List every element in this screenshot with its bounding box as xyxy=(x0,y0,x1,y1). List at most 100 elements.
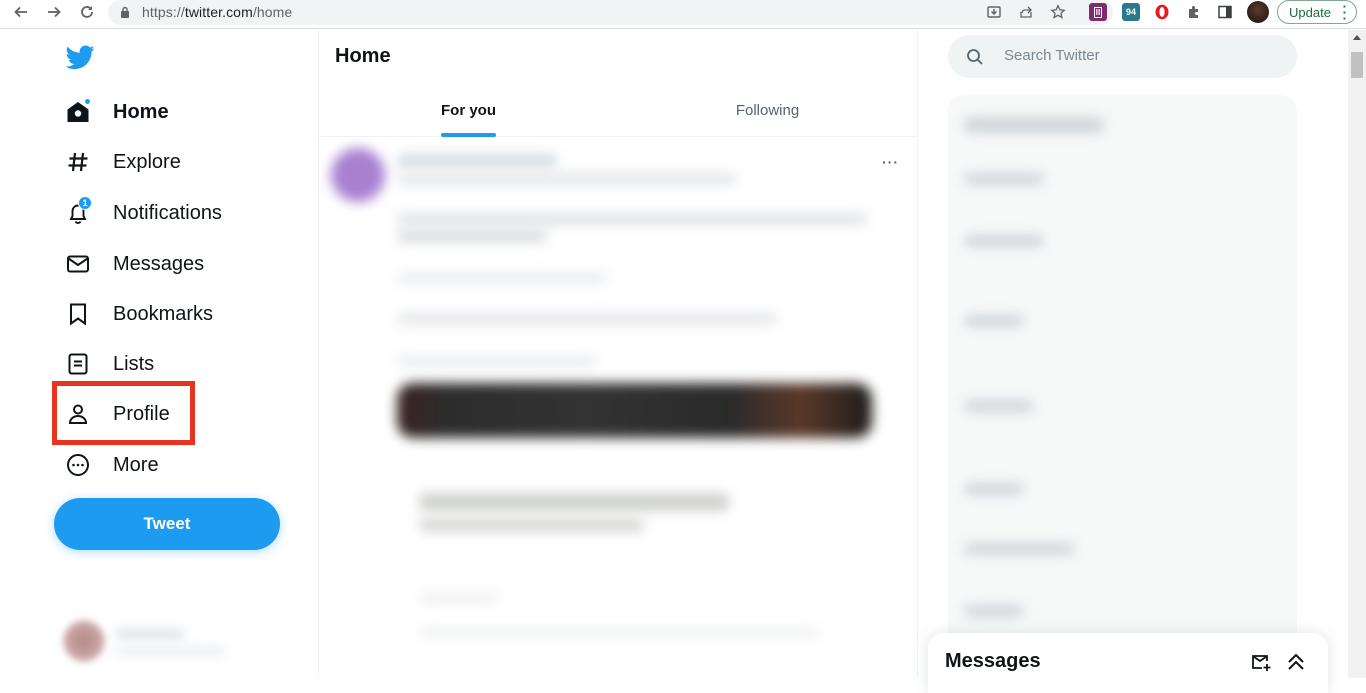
sidebar-item-profile[interactable]: Profile xyxy=(55,392,185,436)
profile-avatar[interactable] xyxy=(1247,1,1269,23)
arrow-left-icon xyxy=(14,6,27,18)
sidebar-item-label: Notifications xyxy=(113,201,222,224)
tweet-more-button[interactable]: ··· xyxy=(882,154,899,170)
url-scheme: https:// xyxy=(142,4,185,20)
install-app-button[interactable] xyxy=(985,3,1003,21)
search-icon xyxy=(967,49,983,65)
star-icon xyxy=(1050,4,1066,19)
trend-item[interactable] xyxy=(964,173,1044,185)
url-text[interactable]: https://twitter.com/home xyxy=(142,4,292,20)
tweet-author-avatar xyxy=(331,148,385,202)
trends-panel xyxy=(948,95,1297,655)
account-handle-blurred xyxy=(115,646,225,656)
sidebar-item-bookmarks[interactable]: Bookmarks xyxy=(55,292,230,336)
bell-icon: 1 xyxy=(65,196,92,226)
side-panel-icon[interactable] xyxy=(1216,3,1234,21)
sidebar-item-explore[interactable]: Explore xyxy=(55,140,195,184)
main-timeline: Home For you Following ··· xyxy=(318,30,918,678)
share-button[interactable] xyxy=(1017,3,1035,21)
more-circle-icon xyxy=(65,452,91,478)
page-scrollbar[interactable] xyxy=(1348,30,1366,678)
sidebar-item-label: Bookmarks xyxy=(113,302,214,325)
kebab-menu-icon: · · · xyxy=(1342,0,1347,26)
sidebar-item-label: Messages xyxy=(113,252,205,275)
tab-following[interactable]: Following xyxy=(618,84,917,137)
timeline-tabs: For you Following xyxy=(319,84,917,137)
extension-teal-icon[interactable]: 94 xyxy=(1122,3,1140,21)
forward-button[interactable] xyxy=(43,1,65,23)
page-title: Home xyxy=(335,45,391,67)
tweet-card[interactable]: ··· xyxy=(319,138,917,678)
blurred-text xyxy=(397,174,737,184)
sidebar-item-label: More xyxy=(113,453,159,476)
hashtag-icon xyxy=(65,149,91,175)
tweet-media[interactable] xyxy=(397,383,872,438)
blurred-text xyxy=(419,628,819,638)
sidebar-item-more[interactable]: More xyxy=(55,443,170,487)
blurred-text xyxy=(419,593,499,603)
search-placeholder: Search Twitter xyxy=(1004,47,1100,64)
sidebar-item-label: Profile xyxy=(113,402,170,425)
person-icon xyxy=(65,401,91,427)
active-tab-indicator xyxy=(441,133,496,137)
sidebar-item-home[interactable]: Home xyxy=(55,90,185,134)
share-icon xyxy=(1020,6,1032,18)
sidebar-item-notifications[interactable]: 1 Notifications xyxy=(55,191,245,235)
blurred-text xyxy=(397,213,867,225)
notification-count-badge: 1 xyxy=(78,196,92,210)
blurred-text xyxy=(397,313,777,325)
url-path: /home xyxy=(252,4,293,20)
trend-item[interactable] xyxy=(964,483,1024,495)
trend-item[interactable] xyxy=(964,235,1044,247)
search-input[interactable]: Search Twitter xyxy=(948,35,1297,78)
update-button[interactable]: Update · · · xyxy=(1277,0,1357,26)
tab-for-you[interactable]: For you xyxy=(319,84,618,137)
bookmark-star-button[interactable] xyxy=(1049,3,1067,21)
sidebar-item-label: Lists xyxy=(113,352,155,375)
browser-toolbar: https://twitter.com/home II 94 Update · ·… xyxy=(0,0,1366,29)
url-host: twitter.com xyxy=(184,4,253,20)
trend-item[interactable] xyxy=(964,315,1024,327)
lock-icon xyxy=(121,6,129,18)
blurred-text xyxy=(397,273,607,283)
home-new-dot xyxy=(84,98,91,105)
list-icon xyxy=(65,351,91,377)
sidebar-item-messages[interactable]: Messages xyxy=(55,242,220,286)
address-bar[interactable]: https://twitter.com/home xyxy=(108,0,1113,25)
blurred-text xyxy=(397,356,597,366)
install-icon xyxy=(987,6,1001,18)
back-button[interactable] xyxy=(10,1,32,23)
sidebar-item-lists[interactable]: Lists xyxy=(55,342,170,386)
account-switcher[interactable] xyxy=(55,610,310,670)
tab-label: For you xyxy=(441,102,496,119)
reload-button[interactable] xyxy=(76,1,98,23)
tab-label: Following xyxy=(735,102,800,119)
arrow-right-icon xyxy=(48,6,61,18)
extensions-puzzle-icon[interactable] xyxy=(1185,3,1203,21)
scroll-up-arrow-icon[interactable] xyxy=(1353,35,1361,40)
chevron-double-up-icon[interactable] xyxy=(1285,651,1307,673)
extension-purple-icon[interactable]: II xyxy=(1089,3,1107,21)
trend-item[interactable] xyxy=(964,543,1074,555)
blurred-text xyxy=(397,230,547,242)
account-name-blurred xyxy=(115,628,185,640)
sidebar-item-label: Home xyxy=(113,100,169,123)
blurred-quote xyxy=(419,493,729,511)
blurred-author-name xyxy=(397,154,557,168)
blurred-heading xyxy=(964,117,1104,133)
messages-drawer[interactable]: Messages xyxy=(928,633,1328,693)
reload-icon xyxy=(81,6,93,18)
tweet-button[interactable]: Tweet xyxy=(54,498,280,550)
scrollbar-thumb[interactable] xyxy=(1351,52,1363,78)
trend-item[interactable] xyxy=(964,400,1034,412)
new-message-icon[interactable] xyxy=(1250,651,1272,673)
blurred-quote xyxy=(419,518,644,532)
messages-drawer-title: Messages xyxy=(945,650,1041,672)
trend-item[interactable] xyxy=(964,605,1024,617)
sidebar-item-label: Explore xyxy=(113,150,181,173)
twitter-logo-icon[interactable] xyxy=(66,45,95,70)
opera-extension-icon[interactable] xyxy=(1153,3,1171,21)
update-label: Update xyxy=(1289,4,1331,20)
home-icon xyxy=(65,98,91,125)
left-sidebar: Home Explore 1 Notifications Messages Bo… xyxy=(0,30,318,678)
